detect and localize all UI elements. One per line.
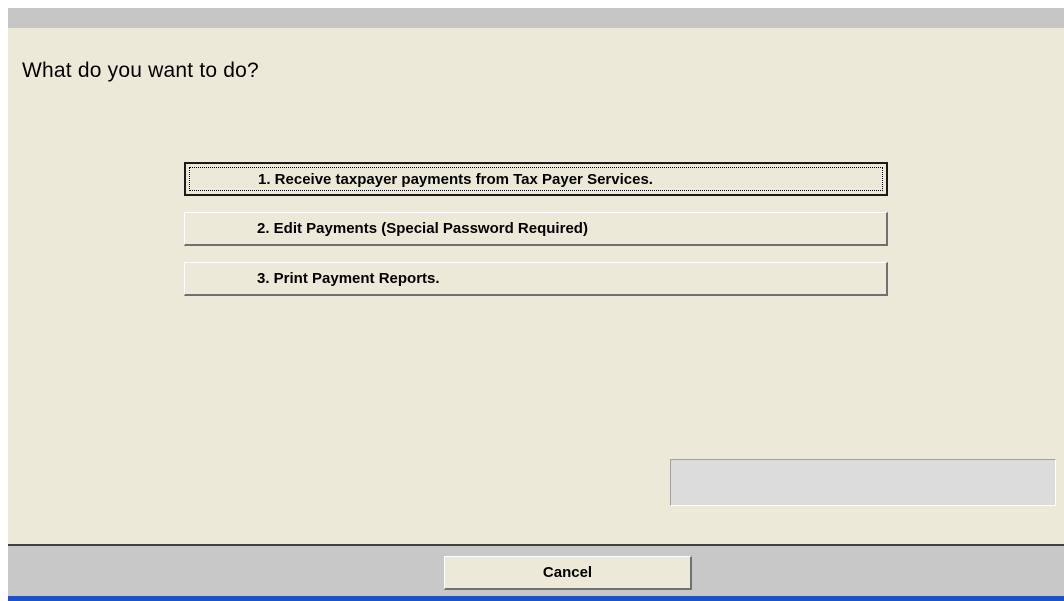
print-reports-button[interactable]: 3. Print Payment Reports. bbox=[184, 262, 888, 296]
receive-payments-button[interactable]: 1. Receive taxpayer payments from Tax Pa… bbox=[184, 162, 888, 196]
edit-payments-button[interactable]: 2. Edit Payments (Special Password Requi… bbox=[184, 212, 888, 246]
taskbar-edge bbox=[8, 596, 1064, 601]
top-band bbox=[8, 8, 1064, 28]
edit-payments-label: 2. Edit Payments (Special Password Requi… bbox=[257, 220, 588, 237]
dialog-prompt: What do you want to do? bbox=[22, 59, 259, 82]
bottom-button-bar: Cancel bbox=[8, 544, 1064, 596]
payment-menu-window: What do you want to do? 1. Receive taxpa… bbox=[0, 0, 1064, 601]
status-panel bbox=[670, 459, 1056, 506]
receive-payments-label: 1. Receive taxpayer payments from Tax Pa… bbox=[258, 170, 653, 188]
print-reports-label: 3. Print Payment Reports. bbox=[257, 270, 440, 287]
cancel-button[interactable]: Cancel bbox=[444, 556, 692, 590]
